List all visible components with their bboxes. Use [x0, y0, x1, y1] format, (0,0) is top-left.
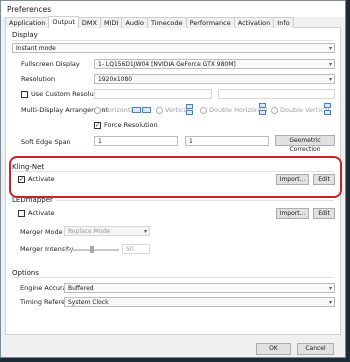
force-resolution-label: Force Resolution: [104, 121, 158, 129]
ledmapper-activate-checkbox[interactable]: [18, 210, 25, 217]
resolution-select[interactable]: 1920x1080 ▾: [94, 74, 335, 84]
options-group-label: Options: [12, 269, 40, 277]
timing-reference-select[interactable]: System Clock ▾: [64, 297, 335, 307]
vertical-layout-icon: [186, 110, 193, 115]
tab-application[interactable]: Application: [5, 17, 50, 28]
double-vertical-layout-icon: [324, 103, 331, 108]
horizontal-radio[interactable]: [94, 107, 101, 114]
timing-reference-value: System Clock: [68, 299, 109, 306]
soft-edge-input-2[interactable]: 1: [185, 136, 269, 146]
force-resolution-checkbox[interactable]: ✓: [94, 122, 101, 129]
tab-info[interactable]: Info: [273, 17, 294, 28]
merger-intensity-input[interactable]: 50: [122, 244, 150, 254]
chevron-down-icon: ▾: [328, 76, 332, 83]
geometric-correction-button[interactable]: Geometric Correction: [275, 135, 335, 153]
display-mode-select[interactable]: Instant mode ▾: [12, 43, 335, 53]
merger-mode-select[interactable]: Replace Mode ▾: [64, 226, 150, 236]
soft-edge-label: Soft Edge Span: [21, 138, 71, 146]
tab-audio[interactable]: Audio: [121, 17, 148, 28]
custom-resolution-checkbox[interactable]: [21, 91, 28, 98]
display-divider: [12, 40, 334, 41]
double-vertical-radio[interactable]: [271, 107, 278, 114]
engine-accuracy-select[interactable]: Buffered ▾: [64, 283, 335, 293]
tab-bar: Application Output DMX MIDI Audio Timeco…: [5, 16, 341, 28]
custom-width-input[interactable]: [94, 89, 212, 99]
custom-height-input[interactable]: [218, 89, 335, 99]
window-title: Preferences: [1, 1, 345, 17]
double-vertical-layout-icon: [324, 110, 331, 115]
tab-activation[interactable]: Activation: [233, 17, 275, 28]
tab-dmx[interactable]: DMX: [77, 17, 101, 28]
chevron-down-icon: ▾: [328, 285, 332, 292]
display-group-label: Display: [12, 31, 38, 39]
ok-button[interactable]: OK: [256, 343, 291, 355]
cancel-button[interactable]: Cancel: [297, 343, 334, 355]
vertical-radio[interactable]: [156, 107, 163, 114]
merger-mode-label: Merger Mode: [20, 228, 63, 236]
ledmapper-edit-button[interactable]: Edit: [313, 208, 335, 219]
chevron-down-icon: ▾: [143, 228, 147, 235]
chevron-down-icon: ▾: [328, 45, 332, 52]
klingnet-highlight: [9, 156, 342, 198]
tab-midi[interactable]: MIDI: [100, 17, 123, 28]
double-horizontal-radio[interactable]: [200, 107, 207, 114]
display-mode-value: Instant mode: [16, 45, 56, 52]
horizontal-layout-icon: [132, 107, 141, 113]
ledmapper-import-button[interactable]: Import...: [276, 208, 309, 219]
vertical-layout-icon: [186, 104, 193, 109]
tab-performance[interactable]: Performance: [185, 17, 235, 28]
preferences-window: Preferences Application Output DMX MIDI …: [0, 0, 346, 358]
double-horizontal-layout-icon: [259, 103, 266, 108]
horizontal-layout-icon: [142, 107, 151, 113]
double-vertical-label: Double Vertical: [280, 106, 330, 114]
fullscreen-display-select[interactable]: 1- LQ156D1JW04 [NVIDIA GeForce GTX 980M]…: [94, 59, 335, 69]
double-horizontal-layout-icon: [259, 110, 266, 115]
chevron-down-icon: ▾: [328, 299, 332, 306]
engine-accuracy-value: Buffered: [68, 285, 94, 292]
soft-edge-input-1[interactable]: 1: [94, 136, 178, 146]
tab-output[interactable]: Output: [48, 16, 79, 28]
resolution-value: 1920x1080: [98, 76, 133, 83]
fullscreen-display-label: Fullscreen Display: [21, 60, 80, 68]
chevron-down-icon: ▾: [328, 61, 332, 68]
merger-mode-value: Replace Mode: [68, 228, 110, 235]
tab-timecode[interactable]: Timecode: [146, 17, 187, 28]
fullscreen-display-value: 1- LQ156D1JW04 [NVIDIA GeForce GTX 980M]: [98, 61, 236, 68]
ledmapper-divider: [56, 200, 334, 201]
ledmapper-activate-label: Activate: [28, 209, 55, 217]
merger-intensity-slider[interactable]: [90, 246, 94, 253]
options-divider: [12, 277, 334, 278]
resolution-label: Resolution: [21, 75, 55, 83]
